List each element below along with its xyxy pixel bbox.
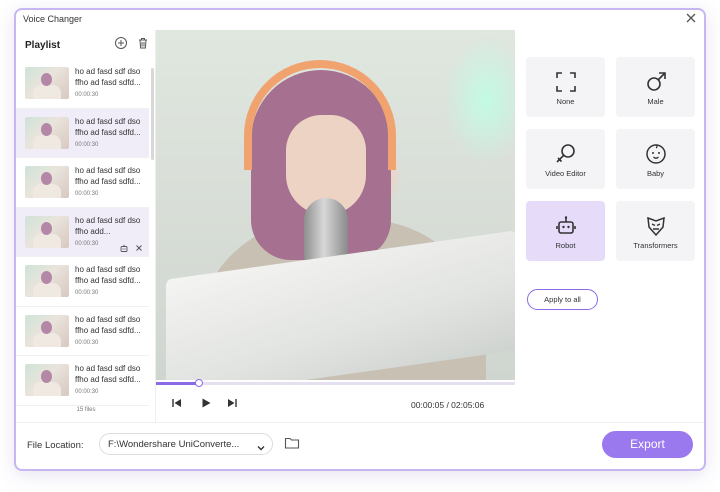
playlist-item-duration: 00:00:30: [75, 191, 99, 197]
playlist-item-title: ho ad fasd sdf dso ffho ad fasd sdfd...: [75, 166, 141, 186]
video-thumbnail: [25, 215, 69, 248]
window-title: Voice Changer: [23, 14, 83, 24]
video-thumbnail: [25, 116, 69, 149]
title-bar: Voice Changer: [16, 10, 704, 30]
next-icon[interactable]: [226, 396, 238, 408]
effect-label: None: [556, 97, 575, 106]
video-thumbnail: [25, 67, 69, 99]
effect-label: Male: [647, 97, 664, 106]
effect-none[interactable]: None: [526, 57, 605, 117]
playlist-item-title: ho ad fasd sdf dso ffho ad fasd sdfd...: [75, 116, 141, 137]
close-icon[interactable]: [684, 11, 698, 25]
robot-icon[interactable]: [119, 240, 129, 252]
playlist-header: Playlist: [16, 30, 156, 58]
video-preview[interactable]: [156, 30, 515, 380]
effect-baby[interactable]: Baby: [616, 129, 695, 189]
none-frame-icon: [556, 72, 576, 92]
playlist-item-duration: 00:00:30: [75, 389, 99, 395]
playlist-item-title: ho ad fasd sdf dso ffho add...: [75, 215, 141, 236]
effect-male[interactable]: Male: [616, 57, 695, 117]
progress-handle[interactable]: [195, 379, 204, 387]
baby-face-icon: [646, 144, 666, 164]
voice-changer-window: Voice Changer Playlist ho ad fasd sdf ds…: [14, 8, 706, 471]
male-symbol-icon: [647, 72, 666, 91]
playlist-item-duration: 00:00:30: [75, 240, 99, 247]
effect-robot[interactable]: Robot: [526, 201, 605, 261]
playlist-item[interactable]: ho ad fasd sdf dso ffho ad fasd sdfd... 0…: [16, 108, 149, 158]
playlist-item-title: ho ad fasd sdf dso ffho ad fasd sdfd...: [75, 364, 141, 384]
effect-video-editor[interactable]: Video Editor: [526, 129, 605, 189]
video-thumbnail: [25, 364, 69, 396]
voice-effects-grid: None Male Video Editor Baby Robot Transformer…: [526, 57, 696, 269]
playlist-item[interactable]: ho ad fasd sdf dso ffho ad fasd sdfd... 0…: [16, 59, 149, 109]
playlist-item[interactable]: ho ad fasd sdf dso ffho ad fasd sdfd... 0…: [16, 307, 149, 356]
playlist-item[interactable]: ho ad fasd sdf dso ffho ad fasd sdfd... 0…: [16, 158, 149, 208]
playlist-item-duration: 00:00:30: [75, 339, 99, 346]
video-thumbnail: [25, 265, 69, 297]
file-location-value: F:\Wondershare UniConverte...: [108, 439, 240, 450]
playlist-item[interactable]: ho ad fasd sdf dso ffho ad fasd sdfd... 0…: [16, 257, 149, 307]
trash-icon[interactable]: [136, 36, 150, 50]
effect-label: Transformers: [633, 241, 678, 250]
close-icon[interactable]: [134, 240, 144, 251]
file-location-label: File Location:: [27, 440, 84, 451]
file-count: 15 files: [76, 407, 96, 413]
playlist-list: ho ad fasd sdf dso ffho ad fasd sdfd... 0…: [16, 59, 149, 406]
video-thumbnail: [25, 166, 69, 198]
effect-label: Baby: [646, 169, 665, 178]
playlist-item[interactable]: ho ad fasd sdf dso ffho add... 00:00:30: [16, 207, 149, 257]
effect-label: Robot: [555, 241, 576, 250]
effect-label: Video Editor: [545, 169, 586, 178]
playlist-item-duration: 00:00:30: [75, 92, 99, 98]
female-symbol-icon: [556, 144, 575, 163]
playlist-item-duration: 00:00:30: [75, 290, 99, 296]
time-readout: 00:00:05 / 02:05:06: [411, 400, 485, 410]
add-file-icon[interactable]: [114, 36, 128, 50]
footer-bar: File Location: F:\Wondershare UniConvert…: [16, 422, 704, 469]
chevron-down-icon: [256, 440, 266, 451]
progress-bar[interactable]: [156, 379, 515, 387]
playlist-title: Playlist: [25, 40, 61, 51]
playlist-item-duration: 00:00:30: [75, 141, 99, 148]
video-thumbnail: [25, 314, 69, 347]
playlist-item-title: ho ad fasd sdf dso ffho ad fasd sdfd...: [75, 265, 141, 285]
playlist-item[interactable]: ho ad fasd sdf dso ffho ad fasd sdfd... 0…: [16, 356, 149, 406]
playlist-panel: Playlist ho ad fasd sdf dso ffho ad fasd…: [16, 30, 156, 422]
transformer-icon: [647, 216, 665, 237]
progress-fill: [156, 382, 200, 385]
playlist-item-title: ho ad fasd sdf dso ffho ad fasd sdfd...: [75, 67, 141, 87]
apply-to-all-button[interactable]: Apply to all: [527, 289, 598, 310]
folder-icon[interactable]: [284, 435, 300, 451]
export-button[interactable]: Export: [602, 431, 693, 458]
playlist-scrollbar[interactable]: [151, 68, 154, 160]
robot-icon: [556, 216, 576, 234]
file-location-dropdown[interactable]: F:\Wondershare UniConverte...: [99, 433, 273, 455]
previous-icon[interactable]: [171, 396, 183, 408]
playlist-item-title: ho ad fasd sdf dso ffho ad fasd sdfd...: [75, 314, 141, 335]
effect-transformers[interactable]: Transformers: [616, 201, 695, 261]
play-icon[interactable]: [200, 396, 212, 408]
